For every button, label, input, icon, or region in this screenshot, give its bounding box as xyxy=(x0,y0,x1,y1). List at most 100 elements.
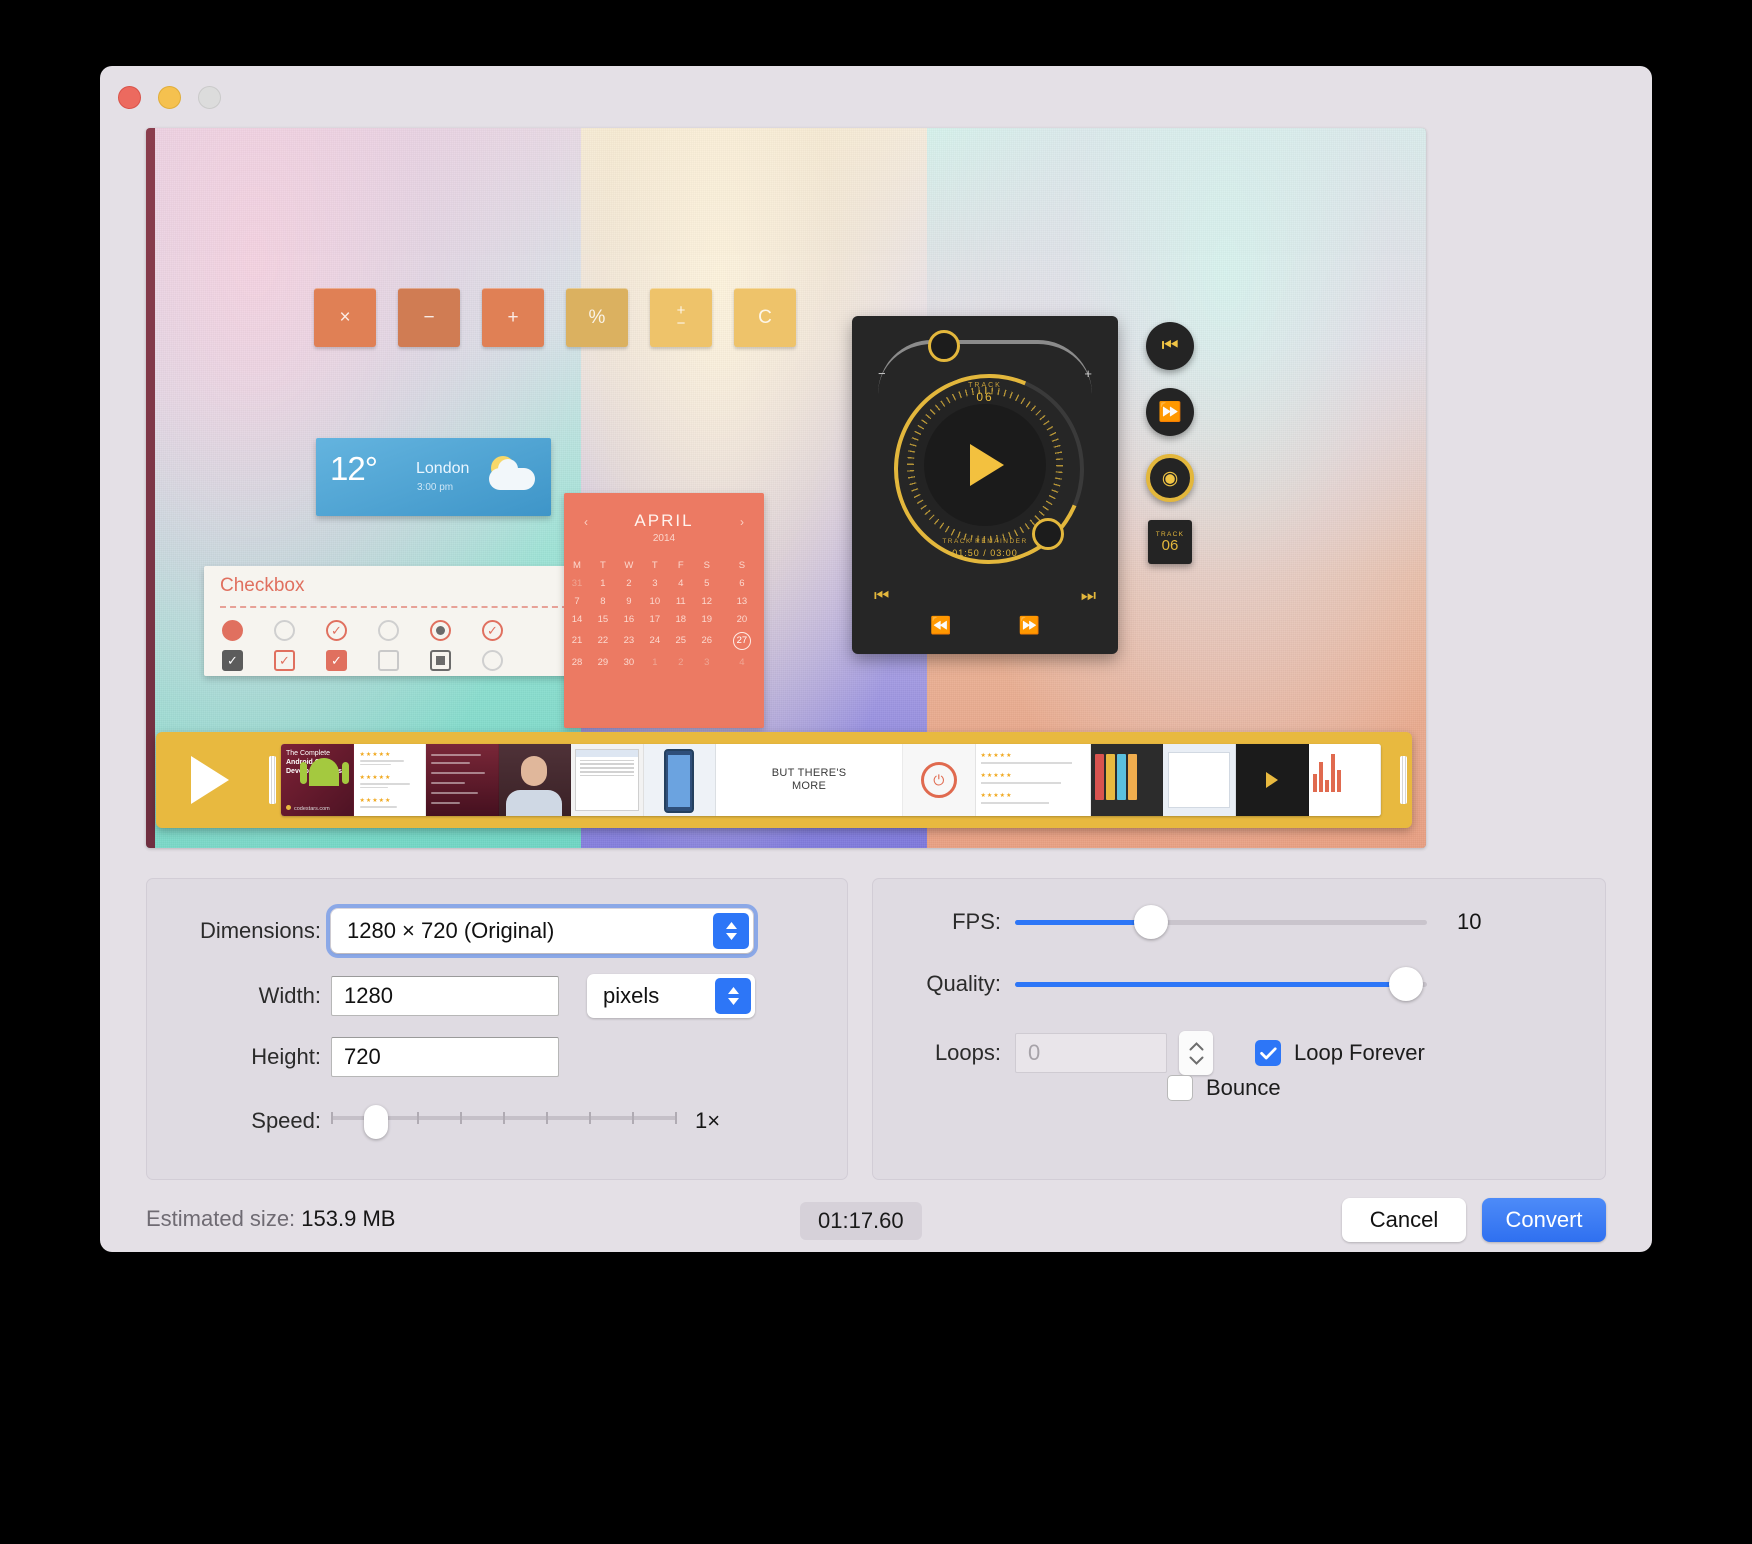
calendar-weekday: S xyxy=(703,559,710,571)
loop-forever-label: Loop Forever xyxy=(1294,1040,1425,1065)
calendar-day[interactable]: 29 xyxy=(590,653,616,671)
side-transport-buttons: ⏮ ⏩ ◉ TRACK 06 xyxy=(1146,322,1194,564)
calendar-day[interactable]: 3 xyxy=(694,653,720,671)
loops-input[interactable]: 0 xyxy=(1015,1033,1167,1073)
height-input[interactable]: 720 xyxy=(331,1037,559,1077)
calendar-day[interactable]: 13 xyxy=(720,592,764,610)
size-settings-group: Dimensions: 1280 × 720 (Original) Width:… xyxy=(146,878,848,1180)
filmstrip-frame xyxy=(1308,744,1381,816)
loop-forever-checkbox[interactable]: Loop Forever xyxy=(1255,1040,1425,1066)
calendar-day[interactable]: 25 xyxy=(668,628,694,653)
calc-key-label: C xyxy=(758,307,772,328)
calendar-day[interactable]: 2 xyxy=(668,653,694,671)
skip-back-button-icon: ⏮ xyxy=(1146,322,1194,370)
track-display-number: 06 xyxy=(1161,537,1179,554)
minimize-button-icon[interactable] xyxy=(158,86,181,109)
calendar-day[interactable]: 2 xyxy=(616,574,642,592)
calendar-day[interactable]: 20 xyxy=(720,610,764,628)
calendar-day[interactable]: 12 xyxy=(694,592,720,610)
trim-handle-left[interactable] xyxy=(269,756,276,804)
preview-play-button[interactable] xyxy=(156,756,264,804)
height-label: Height: xyxy=(251,1044,321,1069)
checkbox-indeterminate-icon xyxy=(430,650,451,671)
radio-check-icon: ✓ xyxy=(326,620,347,641)
play-triangle-icon xyxy=(191,756,229,804)
close-button-icon[interactable] xyxy=(118,86,141,109)
filmstrip-frame: ⏻ xyxy=(903,744,976,816)
calendar-day[interactable]: 22 xyxy=(590,628,616,653)
checkbox-checked-icon: ✓ xyxy=(274,650,295,671)
filmstrip-frames[interactable]: The CompleteAndroid O Developer Course c… xyxy=(281,744,1381,816)
units-popup-button[interactable]: pixels xyxy=(587,974,755,1018)
calendar-day[interactable]: 3 xyxy=(642,574,668,592)
timeline-filmstrip[interactable]: The CompleteAndroid O Developer Course c… xyxy=(156,732,1412,828)
footer-bar: Estimated size: 153.9 MB 01:17.60 Cancel… xyxy=(100,1194,1652,1252)
loops-stepper[interactable] xyxy=(1179,1031,1213,1075)
estimated-size-value: 153.9 MB xyxy=(301,1206,396,1231)
estimated-size: Estimated size: 153.9 MB xyxy=(146,1206,395,1232)
calc-key-label: + xyxy=(507,307,519,328)
calendar-day[interactable]: 8 xyxy=(590,592,616,610)
calendar-day[interactable]: 4 xyxy=(668,574,694,592)
calendar-week: 28 29 30 1 2 3 4 xyxy=(564,653,764,671)
quality-slider-knob[interactable] xyxy=(1389,967,1424,1001)
cancel-button[interactable]: Cancel xyxy=(1342,1198,1466,1242)
calendar-day[interactable]: 6 xyxy=(720,574,764,592)
calendar-day[interactable]: 4 xyxy=(720,653,764,671)
calendar-day[interactable]: 14 xyxy=(564,610,590,628)
calendar-next-icon: › xyxy=(740,515,744,529)
calendar-day[interactable]: 21 xyxy=(564,628,590,653)
checkbox-empty-icon xyxy=(378,650,399,671)
calendar-day[interactable]: 1 xyxy=(590,574,616,592)
minus-icon: − xyxy=(878,366,886,381)
filmstrip-frame: BUT THERE'S MORE xyxy=(716,744,904,816)
speed-slider-knob[interactable] xyxy=(363,1105,388,1139)
width-input[interactable]: 1280 xyxy=(331,976,559,1016)
calc-key-minus: − xyxy=(398,288,460,347)
calendar-day[interactable]: 23 xyxy=(616,628,642,653)
calendar-day[interactable]: 11 xyxy=(668,592,694,610)
filmstrip-frame xyxy=(1090,744,1164,816)
dj-transport-row-2: ⏪ ⏩ xyxy=(930,616,1040,636)
convert-button[interactable]: Convert xyxy=(1482,1198,1606,1242)
calendar-day[interactable]: 9 xyxy=(616,592,642,610)
calendar-day[interactable]: 1 xyxy=(642,653,668,671)
checkbox-panel: Checkbox ✓ ✓ ✓ ✓ ✓ xyxy=(204,566,584,676)
calendar-day[interactable]: 28 xyxy=(564,653,590,671)
radio-empty-icon xyxy=(378,620,399,641)
dimensions-popup-button[interactable]: 1280 × 720 (Original) xyxy=(326,904,758,958)
calendar-day[interactable]: 27 xyxy=(720,628,764,653)
calendar-day[interactable]: 7 xyxy=(564,592,590,610)
fps-slider-knob[interactable] xyxy=(1133,905,1168,939)
weather-widget: 12° London 3:00 pm xyxy=(316,438,551,516)
calc-key-plusminus: + − xyxy=(650,288,712,347)
bounce-checkbox[interactable]: Bounce xyxy=(1167,1075,1281,1101)
video-preview[interactable]: × − + % + − C 12° London 3:00 pm Checkbox… xyxy=(146,128,1426,848)
calendar-day[interactable]: 17 xyxy=(642,610,668,628)
trim-handle-right[interactable] xyxy=(1400,756,1407,804)
calendar-day[interactable]: 24 xyxy=(642,628,668,653)
calendar-day[interactable]: 26 xyxy=(694,628,720,653)
calendar-day[interactable]: 15 xyxy=(590,610,616,628)
gif-converter-window: × − + % + − C 12° London 3:00 pm Checkbox… xyxy=(100,66,1652,1252)
speed-slider[interactable] xyxy=(331,1104,677,1139)
calendar-day[interactable]: 16 xyxy=(616,610,642,628)
calendar-prev-icon: ‹ xyxy=(584,515,588,529)
calendar-day[interactable]: 10 xyxy=(642,592,668,610)
frame-line1: The Complete xyxy=(286,750,330,757)
calendar-day[interactable]: 18 xyxy=(668,610,694,628)
calendar-day[interactable]: 19 xyxy=(694,610,720,628)
quality-slider[interactable] xyxy=(1015,967,1427,1001)
fps-slider[interactable] xyxy=(1015,905,1427,939)
calendar-weekday: T xyxy=(600,559,606,571)
jog-dial-icon: ◉ xyxy=(1146,454,1194,502)
radio-selected-icon xyxy=(430,620,451,641)
calendar-day-selected[interactable]: 27 xyxy=(732,631,751,650)
calendar-day[interactable]: 30 xyxy=(616,653,642,671)
calendar-day[interactable]: 31 xyxy=(564,574,590,592)
calendar-day[interactable]: 5 xyxy=(694,574,720,592)
radio-check-icon: ✓ xyxy=(482,620,503,641)
rewind-icon: ⏪ xyxy=(930,616,952,635)
knob-icon xyxy=(1032,518,1064,550)
speed-label: Speed: xyxy=(251,1108,321,1133)
